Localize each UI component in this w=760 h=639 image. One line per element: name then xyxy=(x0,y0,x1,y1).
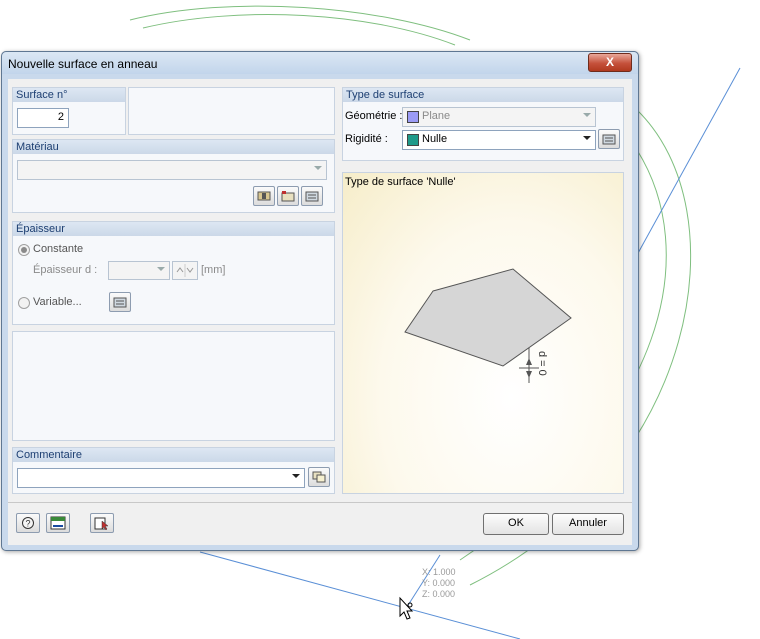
geometry-value: Plane xyxy=(422,110,451,122)
ok-button[interactable]: OK xyxy=(483,513,549,535)
new-ring-surface-dialog: Nouvelle surface en anneau X Surface n° … xyxy=(1,51,639,551)
chevron-down-icon xyxy=(314,166,322,170)
chevron-down-icon xyxy=(583,113,591,117)
material-header: Matériau xyxy=(13,140,334,154)
close-button[interactable]: X xyxy=(588,53,632,72)
surface-number-header: Surface n° xyxy=(13,88,125,102)
coord-z: Z: 0.000 xyxy=(422,589,456,599)
thickness-unit: [mm] xyxy=(201,264,226,276)
new-material-icon xyxy=(281,191,295,202)
thickness-d-label: Épaisseur d : xyxy=(33,264,98,276)
material-select[interactable] xyxy=(17,160,327,180)
edit-icon xyxy=(113,297,127,308)
material-library-button[interactable] xyxy=(253,186,275,206)
geometry-select[interactable]: Plane xyxy=(402,107,596,127)
material-edit-button[interactable] xyxy=(301,186,323,206)
stiffness-label: Rigidité : xyxy=(345,133,388,145)
surface-type-preview: Type de surface 'Nulle' d = 0 xyxy=(342,172,624,494)
library-icon xyxy=(257,191,271,201)
surface-number-input[interactable]: 2 xyxy=(17,108,69,128)
mouse-cursor-icon xyxy=(399,596,414,620)
stiffness-value: Nulle xyxy=(422,133,448,145)
material-group: Matériau xyxy=(12,139,335,213)
geometry-color-swatch xyxy=(407,111,419,123)
comment-header: Commentaire xyxy=(13,448,334,462)
copy-icon xyxy=(312,471,326,483)
cursor-coordinates: X: 1.000 Y: 0.000 Z: 0.000 xyxy=(422,567,456,600)
thickness-header: Épaisseur xyxy=(13,222,334,236)
variable-label: Variable... xyxy=(33,296,82,308)
pick-button[interactable] xyxy=(90,513,114,533)
footer-divider xyxy=(8,502,632,503)
comment-library-button[interactable] xyxy=(308,467,330,487)
stiffness-color-swatch xyxy=(407,134,419,146)
variable-edit-button[interactable] xyxy=(109,292,131,312)
coord-y: Y: 0.000 xyxy=(422,578,456,588)
surface-type-header: Type de surface xyxy=(343,88,623,102)
pick-icon xyxy=(94,517,109,530)
svg-text:?: ? xyxy=(26,519,31,529)
stiffness-select[interactable]: Nulle xyxy=(402,130,596,150)
dimension-label: d = 0 xyxy=(536,351,548,376)
surface-number-group: Surface n° 2 xyxy=(12,87,126,135)
surface-diagram: d = 0 xyxy=(404,268,572,383)
stiffness-edit-button[interactable] xyxy=(598,129,620,149)
surface-info-box xyxy=(128,87,335,135)
units-icon xyxy=(50,516,66,530)
chevron-down-icon xyxy=(583,136,591,140)
geometry-label: Géométrie : xyxy=(345,110,403,122)
chevron-down-icon xyxy=(157,267,165,271)
title-bar: Nouvelle surface en anneau X xyxy=(2,52,638,74)
variable-radio[interactable] xyxy=(18,297,30,309)
chevron-down-icon xyxy=(292,474,300,478)
cancel-button[interactable]: Annuler xyxy=(552,513,624,535)
close-icon: X xyxy=(605,55,614,69)
dialog-title: Nouvelle surface en anneau xyxy=(8,57,158,71)
units-button[interactable] xyxy=(46,513,70,533)
thickness-group: Épaisseur Constante Épaisseur d : [mm] V… xyxy=(12,221,335,325)
comment-group: Commentaire xyxy=(12,447,335,494)
dialog-body: Surface n° 2 Matériau Épaisseur Constant… xyxy=(8,79,632,545)
edit-icon xyxy=(602,134,616,145)
thickness-spinner[interactable] xyxy=(172,261,198,280)
surface-type-group: Type de surface Géométrie : Plane Rigidi… xyxy=(342,87,624,161)
options-panel xyxy=(12,331,335,441)
coord-x: X: 1.000 xyxy=(422,567,456,577)
help-icon: ? xyxy=(22,517,34,529)
surface-number-value: 2 xyxy=(57,111,64,123)
comment-input[interactable] xyxy=(17,468,305,488)
constant-radio[interactable] xyxy=(18,244,30,256)
spinner-icon xyxy=(176,264,194,277)
edit-icon xyxy=(305,191,319,202)
help-button[interactable]: ? xyxy=(16,513,40,533)
constant-label: Constante xyxy=(33,243,84,255)
material-new-button[interactable] xyxy=(277,186,299,206)
thickness-input[interactable] xyxy=(108,261,170,280)
